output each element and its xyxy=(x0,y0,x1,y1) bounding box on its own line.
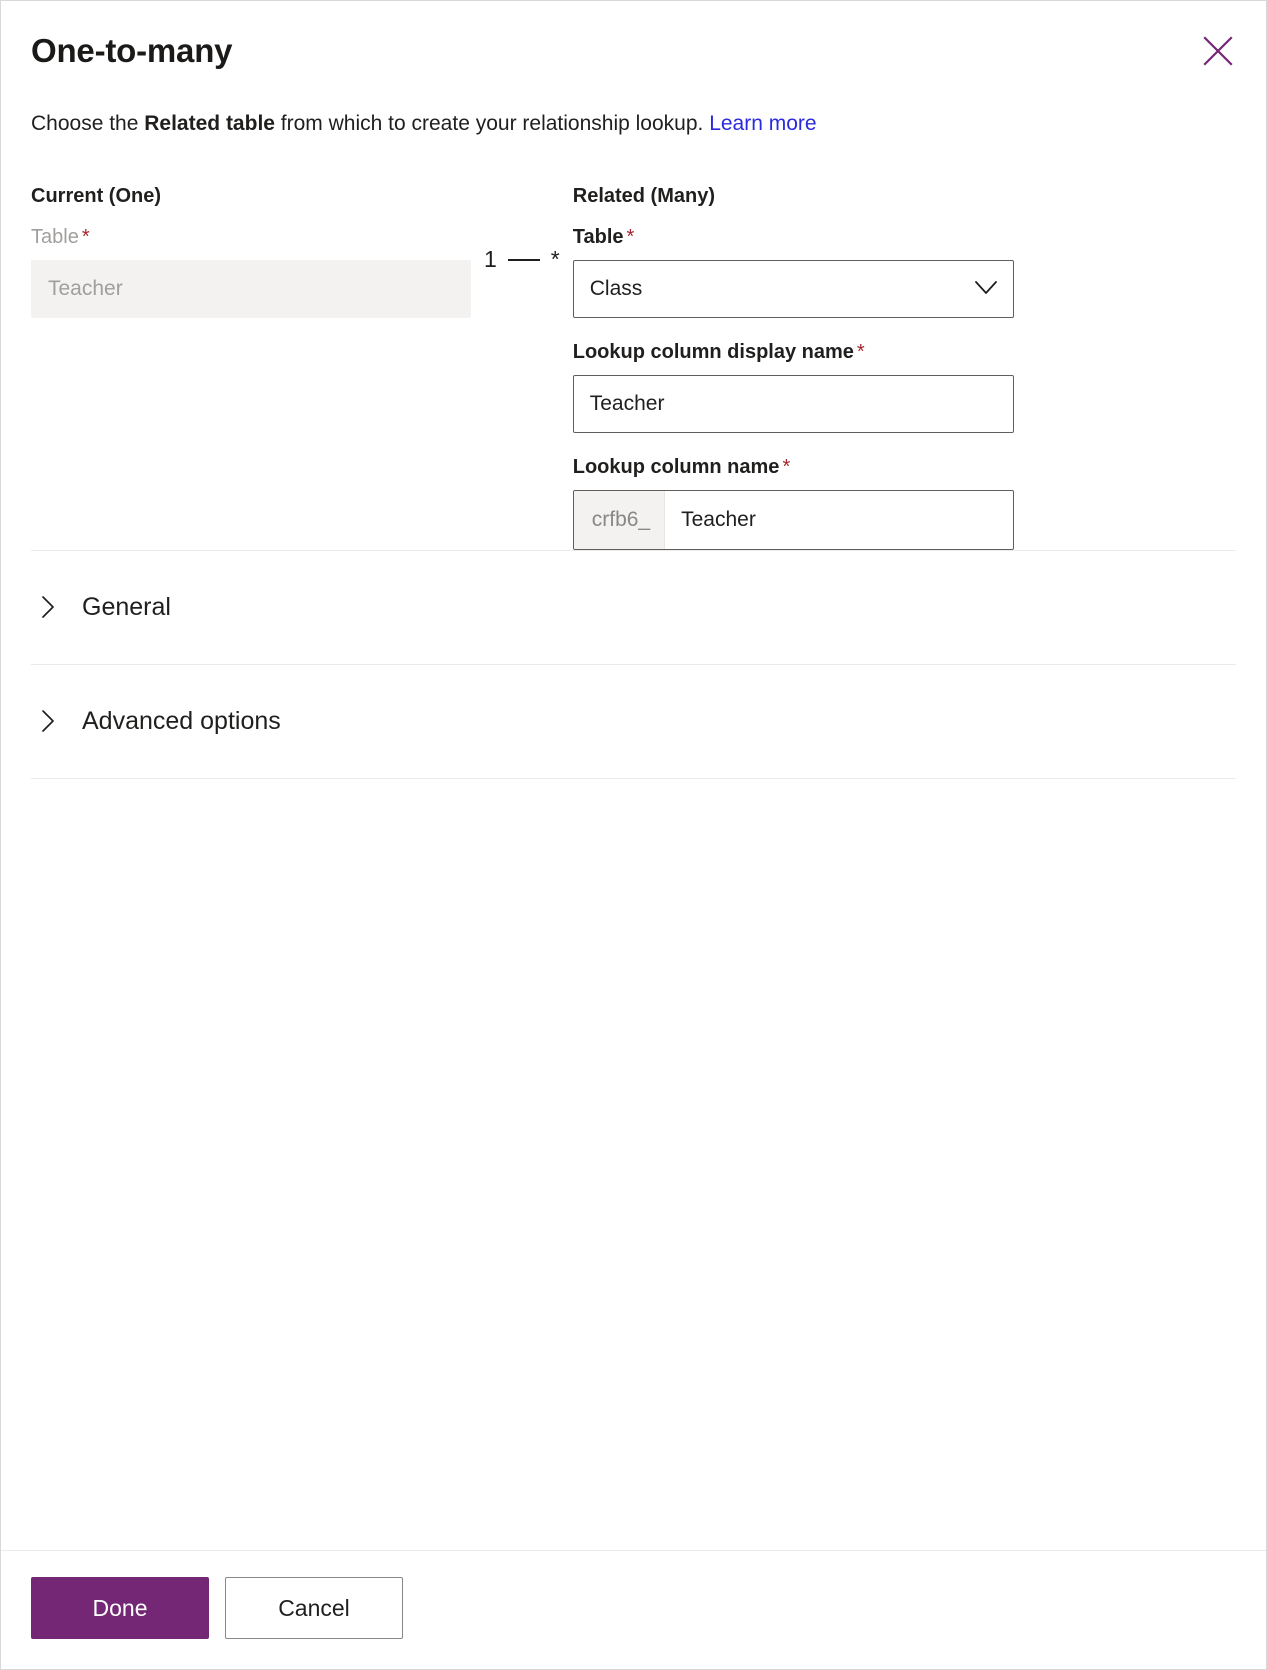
lookup-display-name-required-marker: * xyxy=(856,340,865,363)
description-emphasis: Related table xyxy=(144,111,275,135)
lookup-display-name-input[interactable]: Teacher xyxy=(572,374,1014,433)
lookup-display-name-value: Teacher xyxy=(589,391,665,415)
lookup-column-name-label-text: Lookup column name xyxy=(572,455,780,478)
close-icon xyxy=(1203,36,1233,66)
lookup-display-name-block: Lookup column display name * Teacher xyxy=(572,340,1014,433)
chevron-right-icon xyxy=(41,595,56,619)
learn-more-link[interactable]: Learn more xyxy=(709,112,816,135)
cardinality-one: 1 xyxy=(484,246,497,273)
lookup-column-name-value: Teacher xyxy=(681,507,756,531)
description-tail: from which to create your relationship l… xyxy=(274,111,710,135)
related-table-label-text: Table xyxy=(572,225,624,248)
related-table-label: Table * xyxy=(573,225,1014,250)
current-table-field: Teacher xyxy=(31,259,471,318)
lookup-column-name-required-marker: * xyxy=(782,455,791,478)
cardinality-notation: 1 * xyxy=(484,231,560,289)
cancel-button[interactable]: Cancel xyxy=(225,1577,403,1639)
dialog-footer: Done Cancel xyxy=(1,1550,1266,1669)
dialog-body: Current (One) Table * Teacher 1 * Related… xyxy=(1,138,1266,1550)
related-many-column: Related (Many) Table * Class Lookup colum… xyxy=(572,184,1014,550)
section-general: General xyxy=(31,549,1236,664)
current-table-label-text: Table xyxy=(31,225,79,248)
lookup-column-name-block: Lookup column name * crfb6_ Teacher xyxy=(572,455,1014,550)
close-button[interactable] xyxy=(1196,29,1240,73)
cardinality-many: * xyxy=(550,246,560,273)
lookup-column-name-label: Lookup column name * xyxy=(573,455,1014,480)
done-button[interactable]: Done xyxy=(31,1577,209,1639)
section-advanced-options-toggle[interactable]: Advanced options xyxy=(31,665,1236,778)
chevron-down-icon xyxy=(974,277,997,301)
related-table-required-marker: * xyxy=(626,225,635,248)
section-general-label: General xyxy=(82,592,171,621)
dialog-header: One-to-many Choose the Related table fro… xyxy=(1,1,1266,138)
section-general-toggle[interactable]: General xyxy=(31,551,1236,664)
lookup-display-name-label-text: Lookup column display name xyxy=(572,340,854,363)
publisher-prefix: crfb6_ xyxy=(573,490,666,549)
lookup-column-name-input[interactable]: Teacher xyxy=(665,491,1013,549)
section-advanced-options: Advanced options xyxy=(31,663,1236,779)
lookup-column-name-input-group: crfb6_ Teacher xyxy=(572,489,1014,550)
page-title: One-to-many xyxy=(31,32,233,69)
related-table-value: Class xyxy=(589,276,643,300)
relationship-columns: Current (One) Table * Teacher 1 * Related… xyxy=(31,184,1236,550)
dialog-description: Choose the Related table from which to c… xyxy=(31,110,1236,138)
current-table-value: Teacher xyxy=(48,276,123,300)
lookup-display-name-label: Lookup column display name * xyxy=(573,340,1014,365)
related-section-heading: Related (Many) xyxy=(572,184,715,207)
current-table-required-marker: * xyxy=(81,225,90,248)
related-table-dropdown[interactable]: Class xyxy=(572,259,1014,318)
current-section-heading: Current (One) xyxy=(31,184,161,207)
section-advanced-options-label: Advanced options xyxy=(82,706,281,735)
chevron-right-icon xyxy=(41,709,56,733)
cardinality-line xyxy=(507,258,540,261)
one-to-many-dialog: One-to-many Choose the Related table fro… xyxy=(0,0,1267,1670)
current-one-column: Current (One) Table * Teacher xyxy=(31,184,471,318)
current-table-label: Table * xyxy=(31,225,471,250)
description-lead: Choose the xyxy=(31,111,145,135)
